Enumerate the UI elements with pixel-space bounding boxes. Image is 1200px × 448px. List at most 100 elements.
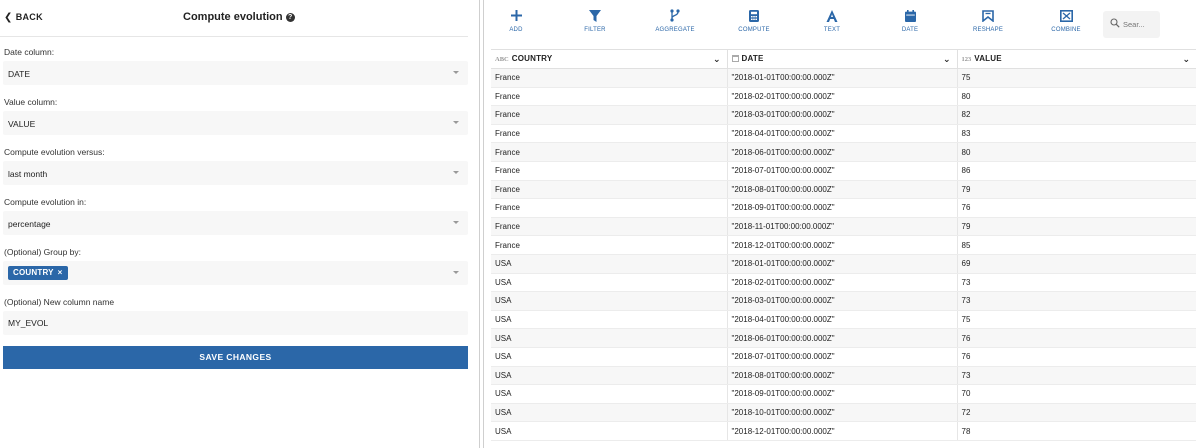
column-header-date[interactable]: DATE ⌄ <box>726 49 957 69</box>
cell-date[interactable]: "2018-08-01T00:00:00.000Z" <box>726 366 957 386</box>
table-row[interactable]: USA "2018-07-01T00:00:00.000Z" 76 <box>491 347 1196 367</box>
table-row[interactable]: France "2018-12-01T00:00:00.000Z" 85 <box>491 235 1196 255</box>
remove-tag-icon[interactable]: × <box>58 268 63 277</box>
cell-date[interactable]: "2018-06-01T00:00:00.000Z" <box>726 328 957 348</box>
table-row[interactable]: France "2018-11-01T00:00:00.000Z" 79 <box>491 217 1196 237</box>
cell-value[interactable]: 75 <box>956 68 1196 88</box>
table-row[interactable]: France "2018-08-01T00:00:00.000Z" 79 <box>491 180 1196 200</box>
table-row[interactable]: USA "2018-06-01T00:00:00.000Z" 76 <box>491 328 1196 348</box>
cell-value[interactable]: 75 <box>956 310 1196 330</box>
table-row[interactable]: France "2018-04-01T00:00:00.000Z" 83 <box>491 124 1196 144</box>
back-button[interactable]: ❮ BACK <box>4 12 43 23</box>
cell-value[interactable]: 80 <box>956 87 1196 107</box>
cell-country[interactable]: USA <box>491 310 727 330</box>
cell-date[interactable]: "2018-07-01T00:00:00.000Z" <box>726 347 957 367</box>
cell-value[interactable]: 79 <box>956 217 1196 237</box>
reshape-button[interactable]: RESHAPE <box>958 7 1018 41</box>
chevron-down-icon[interactable]: ⌄ <box>943 50 951 68</box>
table-row[interactable]: USA "2018-04-01T00:00:00.000Z" 75 <box>491 310 1196 330</box>
filter-button[interactable]: FILTER <box>565 7 625 41</box>
cell-date[interactable]: "2018-04-01T00:00:00.000Z" <box>726 310 957 330</box>
versus-select[interactable]: last month <box>3 161 468 185</box>
new-column-input[interactable] <box>3 311 468 335</box>
cell-country[interactable]: France <box>491 180 727 200</box>
search-input[interactable] <box>1123 17 1157 31</box>
table-row[interactable]: USA "2018-03-01T00:00:00.000Z" 73 <box>491 291 1196 311</box>
cell-country[interactable]: USA <box>491 421 727 441</box>
cell-value[interactable]: 82 <box>956 105 1196 125</box>
cell-date[interactable]: "2018-09-01T00:00:00.000Z" <box>726 198 957 218</box>
cell-value[interactable]: 70 <box>956 384 1196 404</box>
panel-resize-handle[interactable] <box>479 0 484 448</box>
cell-date[interactable]: "2018-01-01T00:00:00.000Z" <box>726 68 957 88</box>
chevron-down-icon[interactable]: ⌄ <box>1182 50 1190 68</box>
cell-date[interactable]: "2018-07-01T00:00:00.000Z" <box>726 161 957 181</box>
table-row[interactable]: France "2018-09-01T00:00:00.000Z" 76 <box>491 198 1196 218</box>
column-header-value[interactable]: 123 VALUE ⌄ <box>956 49 1196 69</box>
table-row[interactable]: France "2018-01-01T00:00:00.000Z" 75 <box>491 68 1196 88</box>
table-row[interactable]: France "2018-03-01T00:00:00.000Z" 82 <box>491 105 1196 125</box>
cell-date[interactable]: "2018-03-01T00:00:00.000Z" <box>726 291 957 311</box>
cell-value[interactable]: 72 <box>956 403 1196 423</box>
table-row[interactable]: USA "2018-10-01T00:00:00.000Z" 72 <box>491 403 1196 423</box>
cell-value[interactable]: 79 <box>956 180 1196 200</box>
cell-date[interactable]: "2018-01-01T00:00:00.000Z" <box>726 254 957 274</box>
cell-country[interactable]: USA <box>491 403 727 423</box>
table-row[interactable]: France "2018-02-01T00:00:00.000Z" 80 <box>491 87 1196 107</box>
cell-country[interactable]: France <box>491 68 727 88</box>
cell-date[interactable]: "2018-10-01T00:00:00.000Z" <box>726 403 957 423</box>
cell-country[interactable]: USA <box>491 384 727 404</box>
date-button[interactable]: DATE <box>880 7 940 41</box>
cell-value[interactable]: 73 <box>956 291 1196 311</box>
table-row[interactable]: USA "2018-02-01T00:00:00.000Z" 73 <box>491 273 1196 293</box>
search-box[interactable] <box>1103 11 1160 38</box>
cell-date[interactable]: "2018-08-01T00:00:00.000Z" <box>726 180 957 200</box>
cell-value[interactable]: 76 <box>956 198 1196 218</box>
cell-value[interactable]: 76 <box>956 328 1196 348</box>
aggregate-button[interactable]: AGGREGATE <box>645 7 705 41</box>
text-button[interactable]: TEXT <box>802 7 862 41</box>
cell-date[interactable]: "2018-02-01T00:00:00.000Z" <box>726 87 957 107</box>
cell-country[interactable]: USA <box>491 291 727 311</box>
table-row[interactable]: France "2018-07-01T00:00:00.000Z" 86 <box>491 161 1196 181</box>
help-icon[interactable]: ? <box>285 13 295 22</box>
table-row[interactable]: USA "2018-08-01T00:00:00.000Z" 73 <box>491 366 1196 386</box>
cell-date[interactable]: "2018-12-01T00:00:00.000Z" <box>726 421 957 441</box>
cell-country[interactable]: USA <box>491 366 727 386</box>
save-button[interactable]: SAVE CHANGES <box>3 346 468 369</box>
cell-country[interactable]: USA <box>491 347 727 367</box>
cell-date[interactable]: "2018-06-01T00:00:00.000Z" <box>726 142 957 162</box>
table-row[interactable]: USA "2018-09-01T00:00:00.000Z" 70 <box>491 384 1196 404</box>
table-row[interactable]: USA "2018-12-01T00:00:00.000Z" 78 <box>491 421 1196 441</box>
cell-country[interactable]: France <box>491 217 727 237</box>
cell-date[interactable]: "2018-03-01T00:00:00.000Z" <box>726 105 957 125</box>
cell-date[interactable]: "2018-12-01T00:00:00.000Z" <box>726 235 957 255</box>
cell-country[interactable]: France <box>491 161 727 181</box>
cell-date[interactable]: "2018-04-01T00:00:00.000Z" <box>726 124 957 144</box>
add-button[interactable]: ADD <box>486 7 546 41</box>
cell-date[interactable]: "2018-09-01T00:00:00.000Z" <box>726 384 957 404</box>
table-row[interactable]: France "2018-06-01T00:00:00.000Z" 80 <box>491 142 1196 162</box>
column-header-country[interactable]: ABC COUNTRY ⌄ <box>491 49 727 69</box>
cell-country[interactable]: USA <box>491 254 727 274</box>
cell-value[interactable]: 86 <box>956 161 1196 181</box>
cell-country[interactable]: France <box>491 198 727 218</box>
compute-button[interactable]: COMPUTE <box>724 7 784 41</box>
cell-value[interactable]: 83 <box>956 124 1196 144</box>
table-row[interactable]: USA "2018-01-01T00:00:00.000Z" 69 <box>491 254 1196 274</box>
cell-country[interactable]: USA <box>491 273 727 293</box>
cell-value[interactable]: 80 <box>956 142 1196 162</box>
date-column-select[interactable]: DATE <box>3 61 468 85</box>
cell-country[interactable]: France <box>491 105 727 125</box>
cell-country[interactable]: France <box>491 142 727 162</box>
cell-value[interactable]: 69 <box>956 254 1196 274</box>
cell-value[interactable]: 78 <box>956 421 1196 441</box>
cell-value[interactable]: 73 <box>956 273 1196 293</box>
cell-value[interactable]: 76 <box>956 347 1196 367</box>
evolution-in-select[interactable]: percentage <box>3 211 468 235</box>
chevron-down-icon[interactable]: ⌄ <box>713 50 721 68</box>
combine-button[interactable]: COMBINE <box>1036 7 1096 41</box>
group-by-multiselect[interactable]: COUNTRY × <box>3 261 468 285</box>
cell-date[interactable]: "2018-02-01T00:00:00.000Z" <box>726 273 957 293</box>
cell-country[interactable]: France <box>491 235 727 255</box>
